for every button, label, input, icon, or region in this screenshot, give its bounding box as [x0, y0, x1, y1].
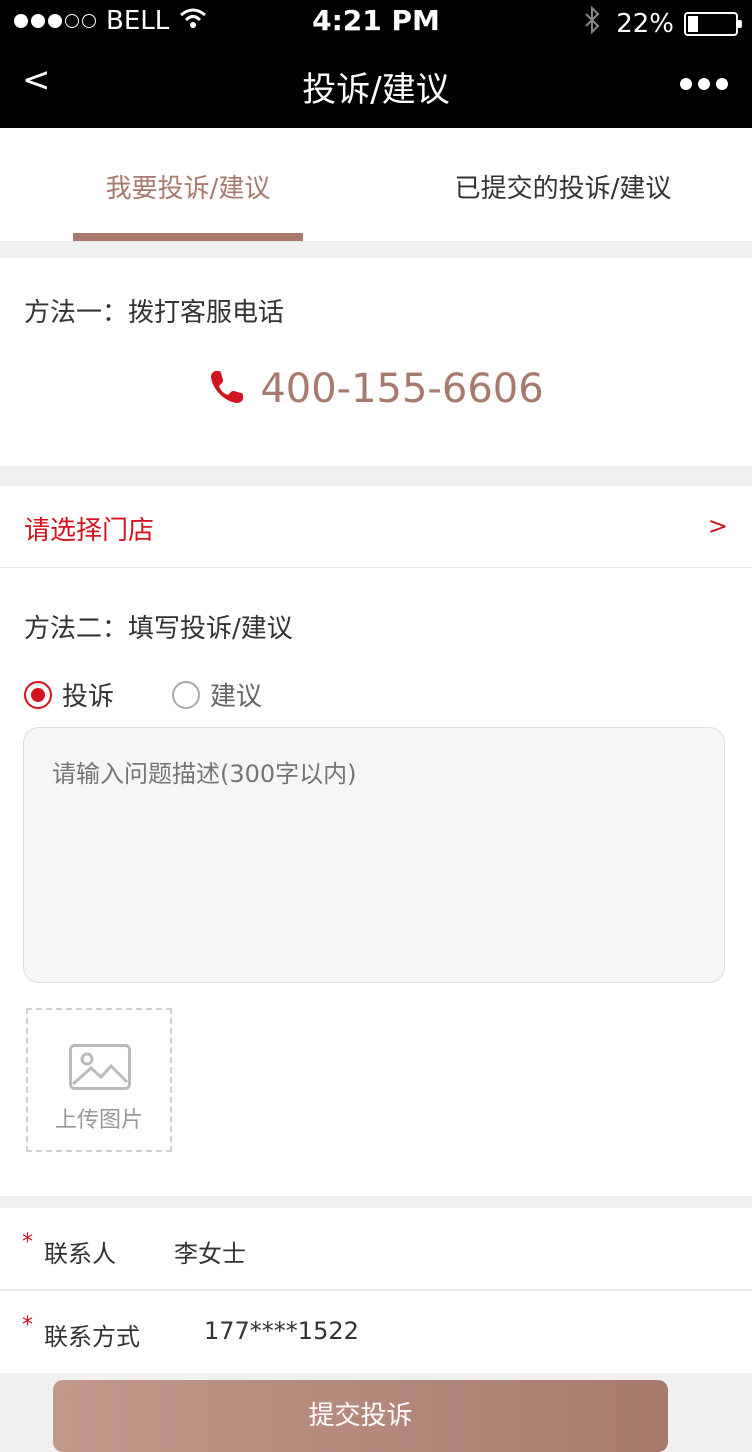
- chevron-right-icon: >: [707, 512, 728, 540]
- phone-icon: [208, 368, 246, 410]
- radio-unselected-icon: [172, 680, 201, 709]
- image-icon: [69, 1044, 131, 1094]
- page: BELL 4:21 PM 22% < 投诉/建议 我要投诉/建议 已提交的投诉/…: [0, 0, 752, 1452]
- tab-bar: 我要投诉/建议 已提交的投诉/建议: [0, 128, 752, 242]
- tab-submit-complaint[interactable]: 我要投诉/建议: [73, 168, 303, 205]
- hotline-row[interactable]: 400-155-6606: [0, 366, 752, 412]
- store-select-label: 请选择门店: [24, 516, 155, 546]
- radio-complaint-label: 投诉: [62, 682, 115, 712]
- contact-phone-label: 联系方式: [44, 1323, 140, 1351]
- description-input[interactable]: [23, 727, 725, 983]
- tab-active-indicator: [73, 233, 303, 241]
- contact-name-row[interactable]: * 联系人 李女士: [0, 1208, 752, 1290]
- upload-image-label: 上传图片: [54, 1108, 143, 1133]
- nav-bar: < 投诉/建议: [0, 42, 752, 128]
- submit-button[interactable]: 提交投诉: [53, 1380, 668, 1452]
- upload-image-button[interactable]: 上传图片: [26, 1008, 172, 1152]
- method2-card: 方法二：填写投诉/建议 投诉 建议 上传图片: [0, 568, 752, 1196]
- contact-name-value[interactable]: 李女士: [174, 1234, 246, 1269]
- battery-level-fill: [688, 15, 698, 32]
- radio-selected-icon: [24, 680, 52, 709]
- radio-complaint[interactable]: 投诉: [24, 676, 114, 713]
- contact-phone-row[interactable]: * 联系方式 177****1522: [0, 1291, 752, 1373]
- status-right: 22%: [584, 5, 742, 41]
- radio-suggestion-label: 建议: [210, 682, 263, 712]
- tab-submitted-complaints[interactable]: 已提交的投诉/建议: [430, 168, 696, 205]
- contact-name-label: 联系人: [44, 1240, 116, 1268]
- required-mark: *: [22, 1230, 33, 1255]
- method2-title: 方法二：填写投诉/建议: [24, 614, 293, 644]
- battery-percent: 22%: [616, 8, 674, 39]
- method1-card: 方法一：拨打客服电话 400-155-6606: [0, 258, 752, 466]
- battery-icon: [684, 11, 742, 36]
- type-radio-group: 投诉 建议: [24, 676, 320, 713]
- store-select[interactable]: 请选择门店 >: [0, 486, 752, 568]
- page-title: 投诉/建议: [302, 70, 450, 110]
- method1-title: 方法一：拨打客服电话: [24, 298, 285, 328]
- status-bar: BELL 4:21 PM 22%: [0, 0, 752, 42]
- radio-suggestion[interactable]: 建议: [172, 676, 262, 713]
- more-icon[interactable]: [680, 78, 728, 90]
- bluetooth-icon: [584, 5, 600, 41]
- required-mark: *: [22, 1313, 33, 1338]
- contact-phone-value[interactable]: 177****1522: [204, 1317, 359, 1345]
- hotline-number[interactable]: 400-155-6606: [260, 366, 543, 412]
